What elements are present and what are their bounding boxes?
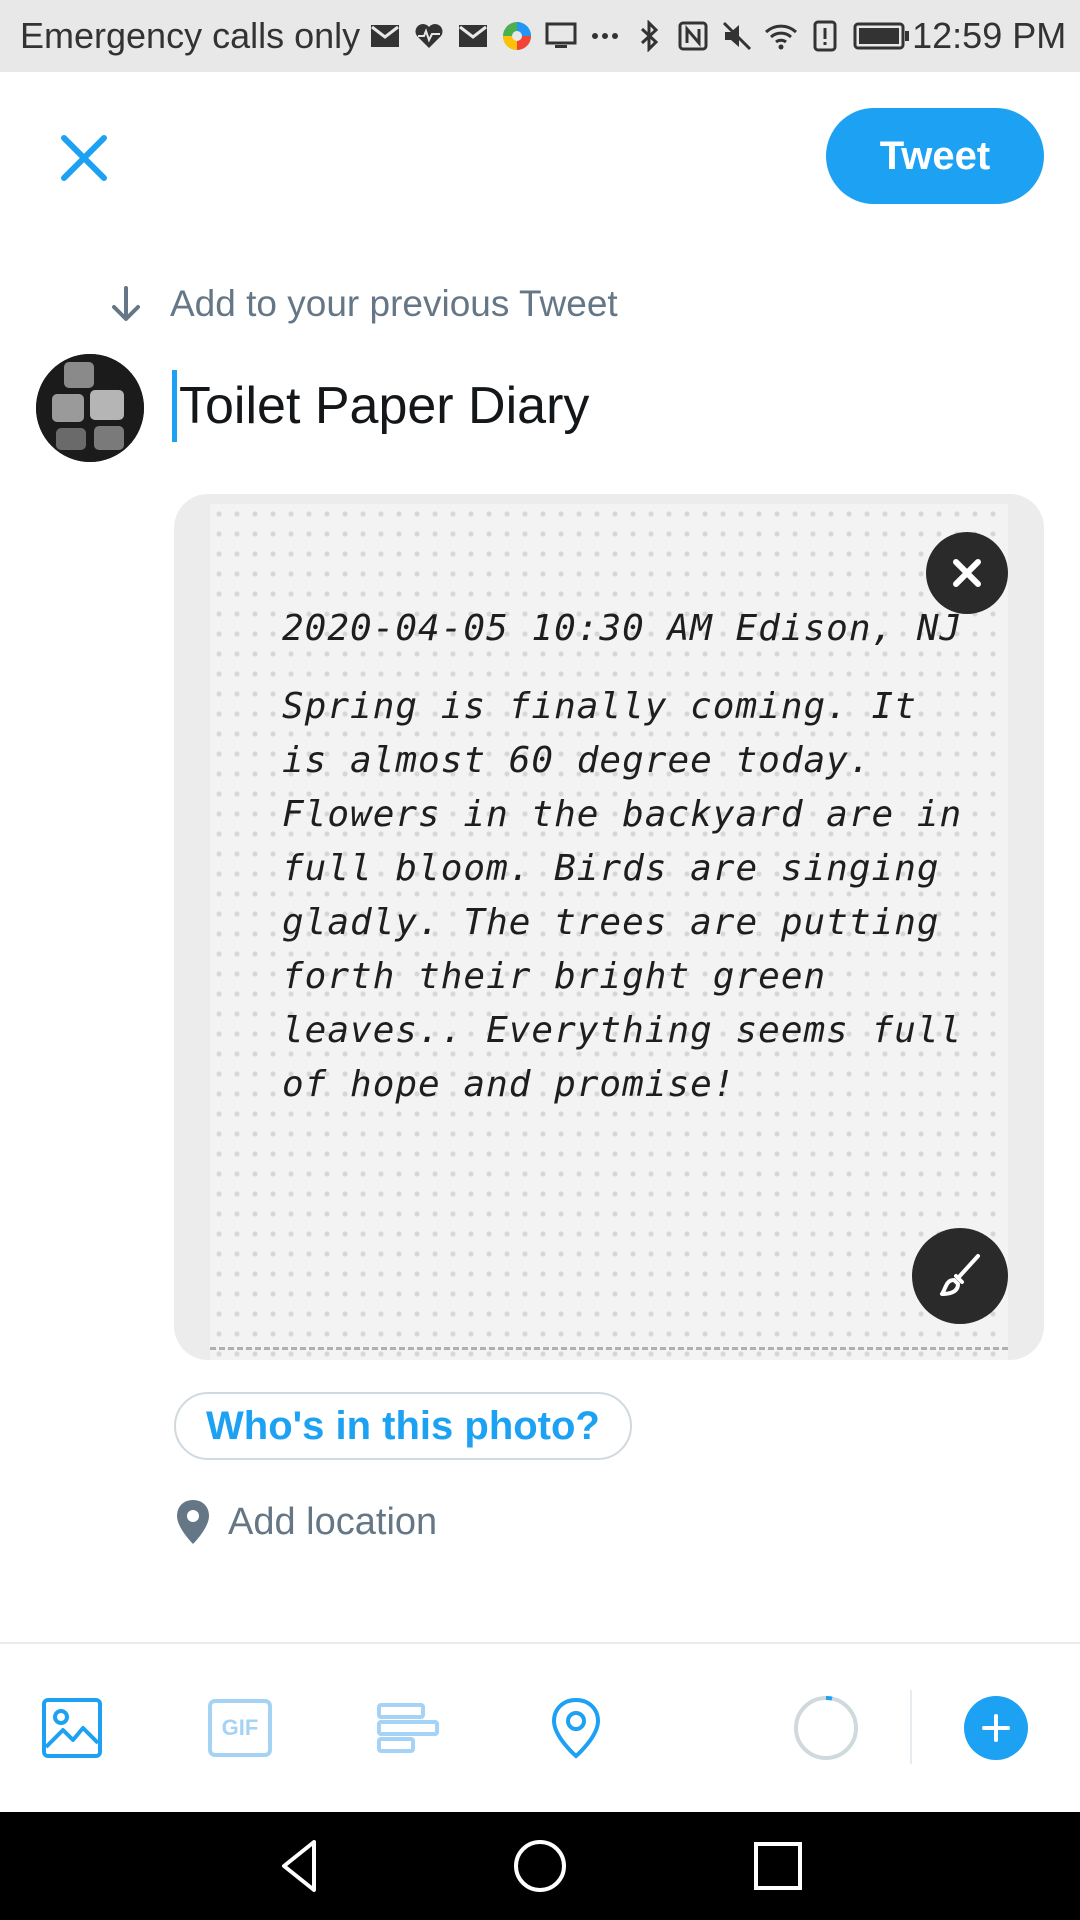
plus-icon: [982, 1714, 1010, 1742]
tag-people-button[interactable]: Who's in this photo?: [174, 1392, 632, 1460]
paintbrush-icon: [940, 1254, 980, 1296]
add-thread-button[interactable]: [964, 1696, 1028, 1760]
add-gif-button[interactable]: GIF: [204, 1692, 276, 1764]
arrow-down-icon: [112, 286, 140, 321]
add-location-row[interactable]: Add location: [174, 1498, 437, 1546]
edit-photo-button[interactable]: [912, 1228, 1008, 1324]
mail-icon: [456, 19, 490, 53]
note-body: Spring is finally coming. It is almost 6…: [282, 686, 963, 1105]
close-icon: [61, 135, 107, 181]
poll-icon: [377, 1703, 439, 1753]
status-icons: [368, 19, 912, 53]
more-icon: [588, 19, 622, 53]
location-pin-icon: [177, 1500, 209, 1544]
add-location-label: Add location: [228, 1500, 438, 1543]
add-to-previous-tweet[interactable]: Add to your previous Tweet: [104, 276, 618, 332]
add-poll-button[interactable]: [372, 1692, 444, 1764]
toilet-paper-photo: 2020-04-05 10:30 AM Edison, NJ Spring is…: [210, 504, 1008, 1360]
keyboard-keys-avatar-image: [36, 354, 144, 462]
note-header: 2020-04-05 10:30 AM Edison, NJ: [282, 608, 963, 649]
tweet-text: Toilet Paper Diary: [179, 377, 590, 435]
close-icon: [953, 559, 981, 587]
bluetooth-icon: [632, 19, 666, 53]
close-button[interactable]: [48, 122, 120, 194]
alert-icon: [808, 19, 842, 53]
handwritten-note: 2020-04-05 10:30 AM Edison, NJ Spring is…: [282, 602, 982, 1136]
nfc-icon: [676, 19, 710, 53]
back-icon[interactable]: [270, 1834, 334, 1898]
status-bar: Emergency calls only 12:59 PM: [0, 0, 1080, 72]
navigation-bar: [0, 1812, 1080, 1920]
toolbar-separator: [910, 1690, 912, 1764]
gif-label: GIF: [221, 1715, 259, 1740]
compose-toolbar: GIF: [0, 1644, 1080, 1812]
heart-pulse-icon: [412, 19, 446, 53]
wifi-icon: [764, 19, 798, 53]
mute-icon: [720, 19, 754, 53]
tweet-text-input[interactable]: Toilet Paper Diary: [172, 370, 589, 442]
remove-photo-button[interactable]: [926, 532, 1008, 614]
previous-tweet-label: Add to your previous Tweet: [170, 283, 618, 324]
image-icon: [42, 1698, 102, 1758]
colorful-app-icon: [500, 19, 534, 53]
add-image-button[interactable]: [36, 1692, 108, 1764]
avatar: [36, 354, 144, 462]
character-count-ring: [794, 1695, 858, 1760]
add-location-button[interactable]: [540, 1692, 612, 1764]
battery-icon: [852, 19, 912, 53]
mail-icon: [368, 19, 402, 53]
carrier-text: Emergency calls only: [20, 15, 361, 56]
recent-apps-icon[interactable]: [746, 1834, 810, 1898]
clock: 12:59 PM: [912, 15, 1067, 56]
tweet-button[interactable]: Tweet: [826, 108, 1044, 204]
attached-photo[interactable]: 2020-04-05 10:30 AM Edison, NJ Spring is…: [174, 494, 1044, 1360]
text-cursor: [172, 370, 177, 442]
location-pin-icon: [551, 1697, 601, 1759]
home-icon[interactable]: [508, 1834, 572, 1898]
perforation-line: [210, 1347, 1008, 1350]
cast-icon: [544, 19, 578, 53]
